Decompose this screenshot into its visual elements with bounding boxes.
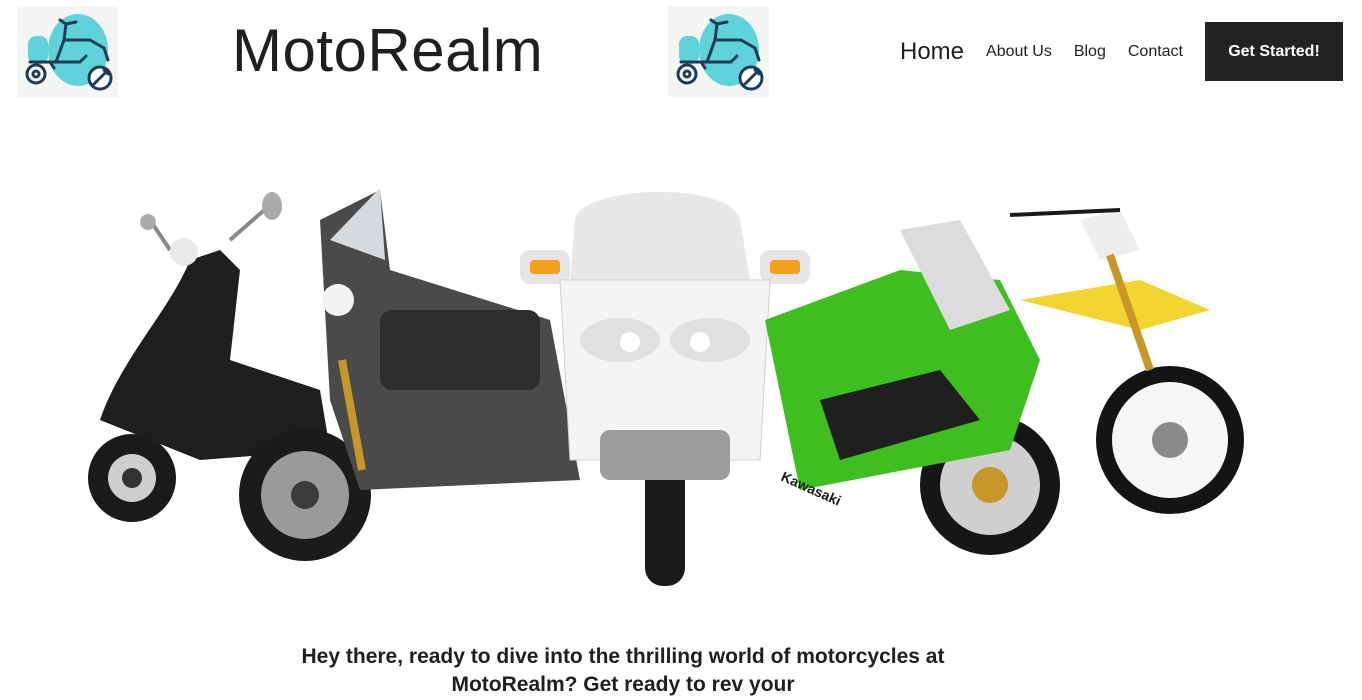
brand-name[interactable]: MotoRealm xyxy=(232,16,543,85)
motorcycle-lineup-image: Kawasaki xyxy=(88,188,1244,586)
nav-about-link[interactable]: About Us xyxy=(986,43,1052,61)
adventure-bike-illustration xyxy=(239,188,580,561)
touring-bike-illustration xyxy=(520,191,810,586)
scooter-wrench-icon xyxy=(25,13,112,90)
get-started-button[interactable]: Get Started! xyxy=(1205,22,1343,81)
nav-blog-link[interactable]: Blog xyxy=(1074,43,1106,61)
logo-left[interactable] xyxy=(17,6,118,97)
main-nav: Home About Us Blog Contact Get Started! xyxy=(900,22,1343,81)
scooter-wrench-icon xyxy=(676,13,763,90)
nav-home-link[interactable]: Home xyxy=(900,38,964,66)
intro-text: Hey there, ready to dive into the thrill… xyxy=(301,645,945,696)
logo-right[interactable] xyxy=(668,6,769,97)
nav-contact-link[interactable]: Contact xyxy=(1128,43,1183,61)
